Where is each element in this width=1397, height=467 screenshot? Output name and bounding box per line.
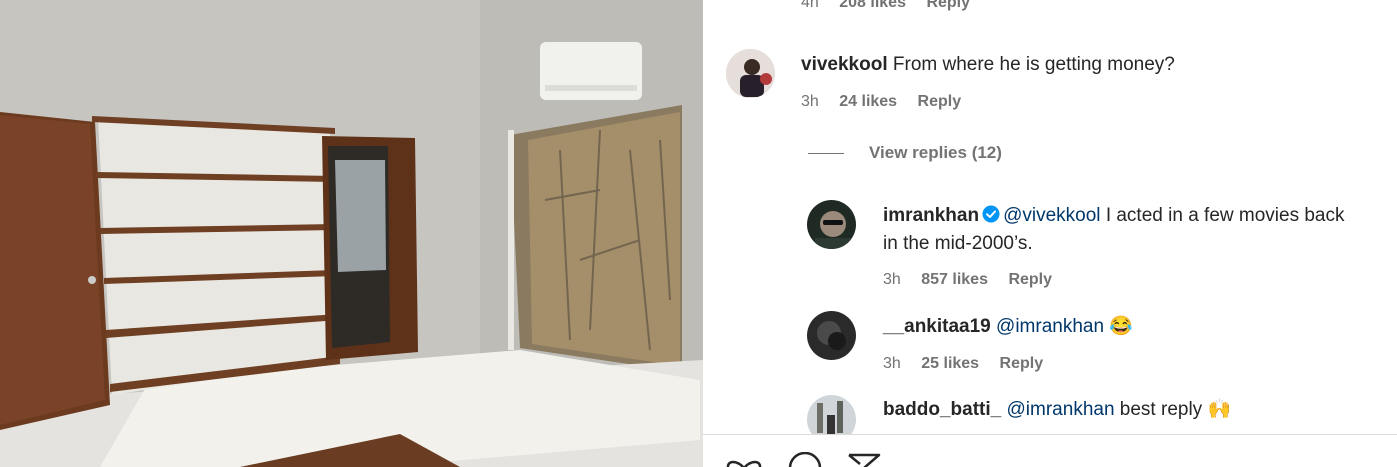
- action-bar-divider: [703, 434, 1397, 435]
- view-replies-label: View replies (12): [869, 143, 1002, 162]
- reply-text: imrankhan @vivekkool I acted in a few mo…: [883, 202, 1393, 258]
- avatar[interactable]: [726, 49, 775, 98]
- reply-username[interactable]: __ankitaa19: [883, 316, 991, 337]
- mention-link[interactable]: @vivekkool: [1003, 205, 1100, 226]
- reply-emoji: 🙌: [1207, 399, 1232, 420]
- comment-meta: 3h 24 likes Reply: [801, 93, 977, 111]
- comment-time: 4h: [801, 0, 819, 11]
- comments-panel: 4h 208 likes Reply vivekkool From where …: [703, 0, 1397, 467]
- mention-link[interactable]: @imrankhan: [1007, 399, 1115, 420]
- heart-icon[interactable]: [725, 452, 763, 467]
- post-photo: [0, 0, 703, 467]
- reply-time: 3h: [883, 355, 901, 372]
- reply-text: baddo_batti_ @imrankhan best reply 🙌: [883, 396, 1231, 424]
- share-icon[interactable]: [846, 452, 882, 467]
- reply-button[interactable]: Reply: [1008, 271, 1052, 288]
- comment-body: From where he is getting money?: [892, 54, 1175, 75]
- reply-username[interactable]: baddo_batti_: [883, 399, 1001, 420]
- comment-time: 3h: [801, 93, 819, 110]
- avatar[interactable]: [807, 395, 856, 434]
- comment-meta-partial: 4h 208 likes Reply: [801, 0, 986, 12]
- reply-body-line1: I acted in a few movies back: [1105, 205, 1345, 226]
- mention-link[interactable]: @imrankhan: [996, 316, 1104, 337]
- reply-meta: 3h 25 likes Reply: [883, 355, 1059, 373]
- reply-meta: 3h 857 likes Reply: [883, 271, 1068, 289]
- reply-button[interactable]: Reply: [926, 0, 970, 11]
- comment-likes[interactable]: 208 likes: [839, 0, 906, 11]
- reply-button[interactable]: Reply: [1000, 355, 1044, 372]
- reply-emoji: 😂: [1109, 316, 1133, 337]
- avatar-image: [726, 49, 775, 98]
- comment-likes[interactable]: 24 likes: [839, 93, 897, 110]
- reply-text: __ankitaa19 @imrankhan 😂: [883, 313, 1133, 341]
- avatar-image: [807, 311, 856, 360]
- view-replies-button[interactable]: View replies (12): [808, 143, 1002, 163]
- avatar[interactable]: [807, 311, 856, 360]
- comment-icon[interactable]: [787, 452, 823, 467]
- comment-username[interactable]: vivekkool: [801, 54, 888, 75]
- room-illustration: [0, 0, 703, 467]
- avatar[interactable]: [807, 200, 856, 249]
- reply-time: 3h: [883, 271, 901, 288]
- comment-text: vivekkool From where he is getting money…: [801, 51, 1175, 79]
- verified-badge-icon: [982, 205, 1000, 223]
- reply-body-line2: in the mid-2000’s.: [883, 233, 1033, 254]
- avatar-image: [807, 395, 856, 434]
- reply-button[interactable]: Reply: [918, 93, 962, 110]
- divider-line: [808, 152, 844, 154]
- reply-likes[interactable]: 25 likes: [921, 355, 979, 372]
- reply-body: best reply: [1119, 399, 1203, 420]
- reply-likes[interactable]: 857 likes: [921, 271, 988, 288]
- avatar-image: [807, 200, 856, 249]
- reply-username[interactable]: imrankhan: [883, 205, 979, 226]
